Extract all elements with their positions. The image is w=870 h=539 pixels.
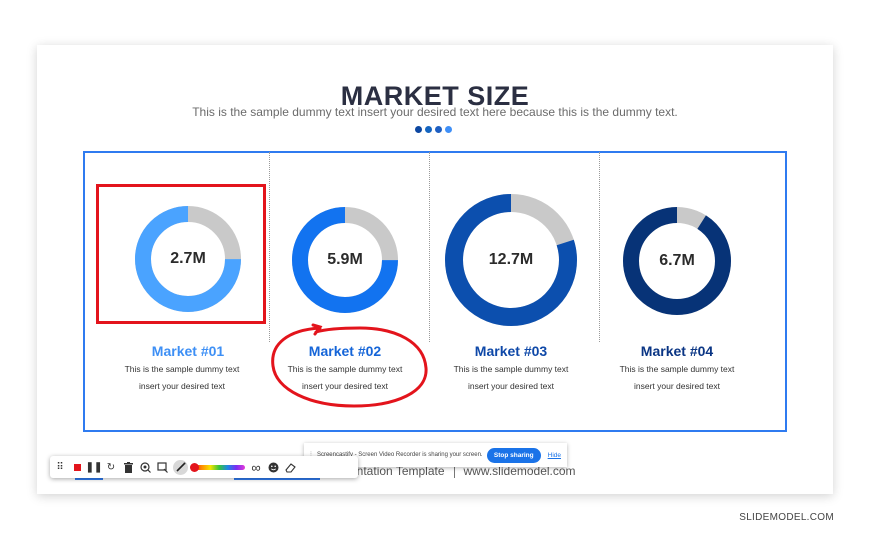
dot-3 (435, 126, 442, 133)
footer-separator (453, 465, 455, 479)
trash-icon[interactable] (122, 460, 134, 474)
column-divider-2 (429, 152, 430, 342)
recording-toolbar: ⠿ ❚❚ ↻ ∞ (50, 456, 358, 478)
pause-icon[interactable]: ❚❚ (86, 460, 103, 474)
rect-select-icon[interactable] (156, 460, 168, 474)
eraser-icon[interactable] (284, 460, 296, 474)
drag-handle-icon[interactable]: ⠿ (54, 460, 66, 474)
market-4-desc-line1: This is the sample dummy text (619, 364, 735, 374)
stop-sharing-button[interactable]: Stop sharing (486, 447, 541, 463)
market-1-desc-line2: insert your desired text (139, 381, 225, 391)
annotation-ellipse (271, 323, 428, 408)
market-3-desc-line2: insert your desired text (468, 381, 554, 391)
market-4-value: 6.7M (659, 252, 695, 269)
annotation-rectangle (96, 184, 266, 324)
market-3-desc: This is the sample dummy text insert you… (426, 361, 596, 395)
market-4-name: Market #04 (640, 343, 714, 359)
donut-market-3: 12.7M (444, 193, 578, 327)
hide-link[interactable]: Hide (548, 452, 561, 459)
spotlight-icon[interactable] (139, 460, 151, 474)
market-4-desc: This is the sample dummy text insert you… (592, 361, 762, 395)
dot-2 (425, 126, 432, 133)
dot-4 (445, 126, 452, 133)
dot-1 (415, 126, 422, 133)
market-1-desc-line1: This is the sample dummy text (124, 364, 240, 374)
column-divider-1 (269, 152, 270, 342)
color-slider[interactable] (190, 462, 245, 472)
donut-market-2: 5.9M (291, 206, 399, 314)
brand-watermark: SLIDEMODEL.COM (739, 512, 834, 523)
emoji-icon[interactable] (267, 460, 279, 474)
market-4-desc-line2: insert your desired text (634, 381, 720, 391)
pagination-dots (415, 126, 452, 133)
magic-pen-icon[interactable] (173, 459, 188, 475)
donut-market-4: 6.7M (622, 206, 732, 316)
market-3-value: 12.7M (488, 251, 534, 268)
column-divider-3 (599, 152, 600, 342)
restart-icon[interactable]: ↻ (105, 460, 117, 474)
infinity-icon[interactable]: ∞ (250, 460, 262, 475)
annotation-ellipse-path (271, 323, 428, 408)
market-3-name: Market #03 (474, 343, 548, 359)
slide-subtitle: This is the sample dummy text insert you… (192, 105, 678, 119)
market-3-desc-line1: This is the sample dummy text (453, 364, 569, 374)
market-1-desc: This is the sample dummy text insert you… (97, 361, 267, 395)
stop-icon[interactable] (71, 460, 83, 474)
market-2-value: 5.9M (327, 251, 363, 268)
market-1-name: Market #01 (151, 343, 225, 359)
